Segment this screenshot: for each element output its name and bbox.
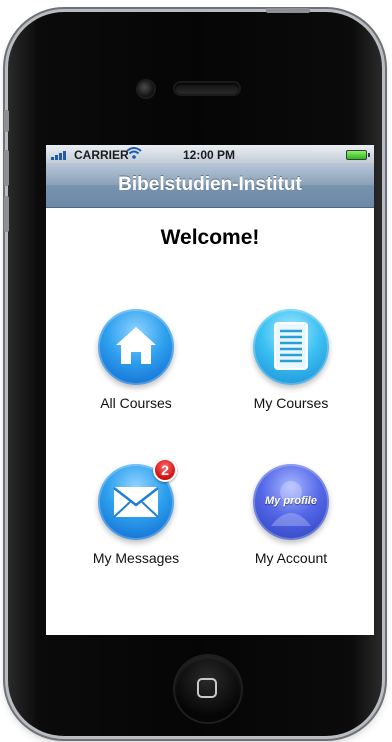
all-courses-label: All Courses [100, 395, 172, 411]
my-courses-label: My Courses [253, 395, 329, 411]
profile-icon: My profile [253, 464, 329, 540]
camera-icon [138, 81, 154, 97]
home-icon [98, 309, 174, 385]
phone-frame: CARRIER 12:00 PM Bibelstudien-Institut W… [8, 12, 382, 736]
profile-icon-text: My profile [265, 495, 317, 507]
home-square-icon [197, 678, 217, 698]
my-account-button[interactable]: My profile My Account [221, 464, 361, 574]
wifi-icon [126, 146, 142, 163]
carrier-label: CARRIER [74, 148, 129, 162]
all-courses-button[interactable]: All Courses [66, 309, 206, 419]
mute-switch [4, 110, 9, 132]
signal-icon [51, 150, 69, 160]
my-messages-label: My Messages [92, 550, 180, 566]
my-account-label: My Account [254, 550, 328, 566]
status-bar: CARRIER 12:00 PM [46, 145, 374, 163]
app-title: Bibelstudien-Institut [118, 174, 302, 195]
power-button [266, 8, 310, 13]
battery-icon [346, 150, 370, 160]
home-button[interactable] [175, 656, 241, 722]
my-courses-button[interactable]: My Courses [221, 309, 361, 419]
document-icon [253, 309, 329, 385]
my-messages-button[interactable]: 2 My Messages [66, 458, 206, 574]
welcome-heading: Welcome! [160, 226, 260, 249]
status-time: 12:00 PM [183, 148, 236, 162]
app-screen: CARRIER 12:00 PM Bibelstudien-Institut W… [46, 145, 374, 635]
volume-up-button [4, 150, 9, 186]
speaker-grille [175, 83, 239, 94]
navigation-bar: Bibelstudien-Institut [46, 163, 374, 208]
volume-down-button [4, 196, 9, 232]
unread-count-badge: 2 [153, 458, 177, 482]
